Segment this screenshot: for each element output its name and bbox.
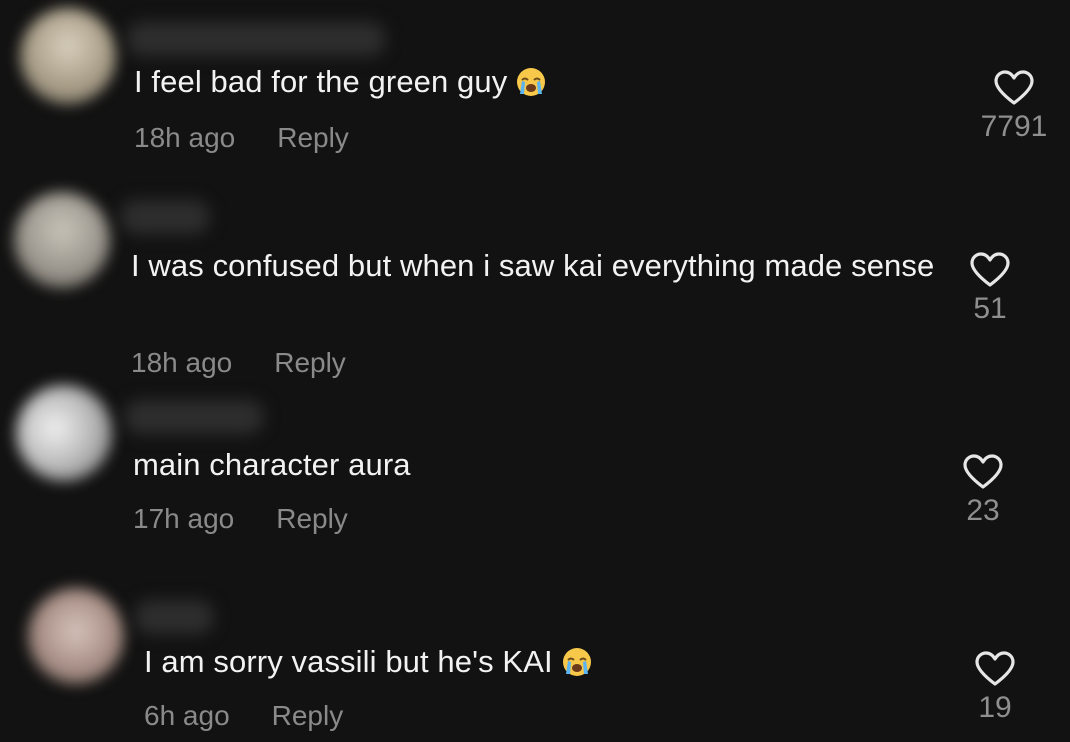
avatar[interactable]: [28, 588, 124, 684]
avatar[interactable]: [20, 8, 116, 104]
avatar[interactable]: [14, 192, 110, 288]
crying-face-icon: [562, 648, 591, 676]
reply-button[interactable]: Reply: [276, 503, 348, 535]
like-count: 7791: [980, 110, 1048, 143]
like-count: 23: [966, 494, 1000, 527]
comment-text: I was confused but when i saw kai everyt…: [131, 244, 941, 288]
heart-icon[interactable]: [975, 651, 1015, 687]
heart-icon[interactable]: [963, 454, 1003, 490]
comment-meta: 17h ago Reply: [133, 503, 348, 535]
like-control[interactable]: 23: [938, 454, 1028, 528]
comment-text: I am sorry vassili but he's KAI: [144, 640, 944, 684]
like-control[interactable]: 51: [945, 252, 1035, 326]
like-control[interactable]: 7791: [969, 70, 1059, 144]
like-count: 51: [973, 292, 1007, 325]
avatar[interactable]: [16, 385, 112, 481]
timestamp: 18h ago: [134, 122, 236, 153]
username[interactable]: user: [120, 200, 210, 234]
comment-text-content: I feel bad for the green guy: [134, 64, 508, 99]
heart-icon[interactable]: [994, 70, 1034, 106]
comment-text-content: I am sorry vassili but he's KAI: [144, 644, 553, 679]
timestamp: 17h ago: [133, 503, 235, 534]
reply-button[interactable]: Reply: [277, 122, 349, 154]
username[interactable]: user: [126, 22, 386, 56]
crying-face-icon: [517, 68, 546, 96]
comment-meta: 18h ago Reply: [134, 122, 349, 154]
comment-meta: 18h ago Reply: [131, 347, 346, 379]
comment-text-content: main character aura: [133, 447, 411, 482]
like-control[interactable]: 19: [950, 651, 1040, 725]
username[interactable]: user: [134, 600, 214, 634]
like-count: 19: [978, 691, 1012, 724]
comment-text-content: I was confused but when i saw kai everyt…: [131, 248, 935, 283]
username[interactable]: user: [124, 400, 264, 434]
timestamp: 18h ago: [131, 347, 233, 378]
reply-button[interactable]: Reply: [274, 347, 346, 379]
comment-text: I feel bad for the green guy: [134, 60, 934, 104]
heart-icon[interactable]: [970, 252, 1010, 288]
timestamp: 6h ago: [144, 700, 230, 731]
comment-text: main character aura: [133, 443, 933, 487]
comment-meta: 6h ago Reply: [144, 700, 343, 732]
reply-button[interactable]: Reply: [272, 700, 344, 732]
